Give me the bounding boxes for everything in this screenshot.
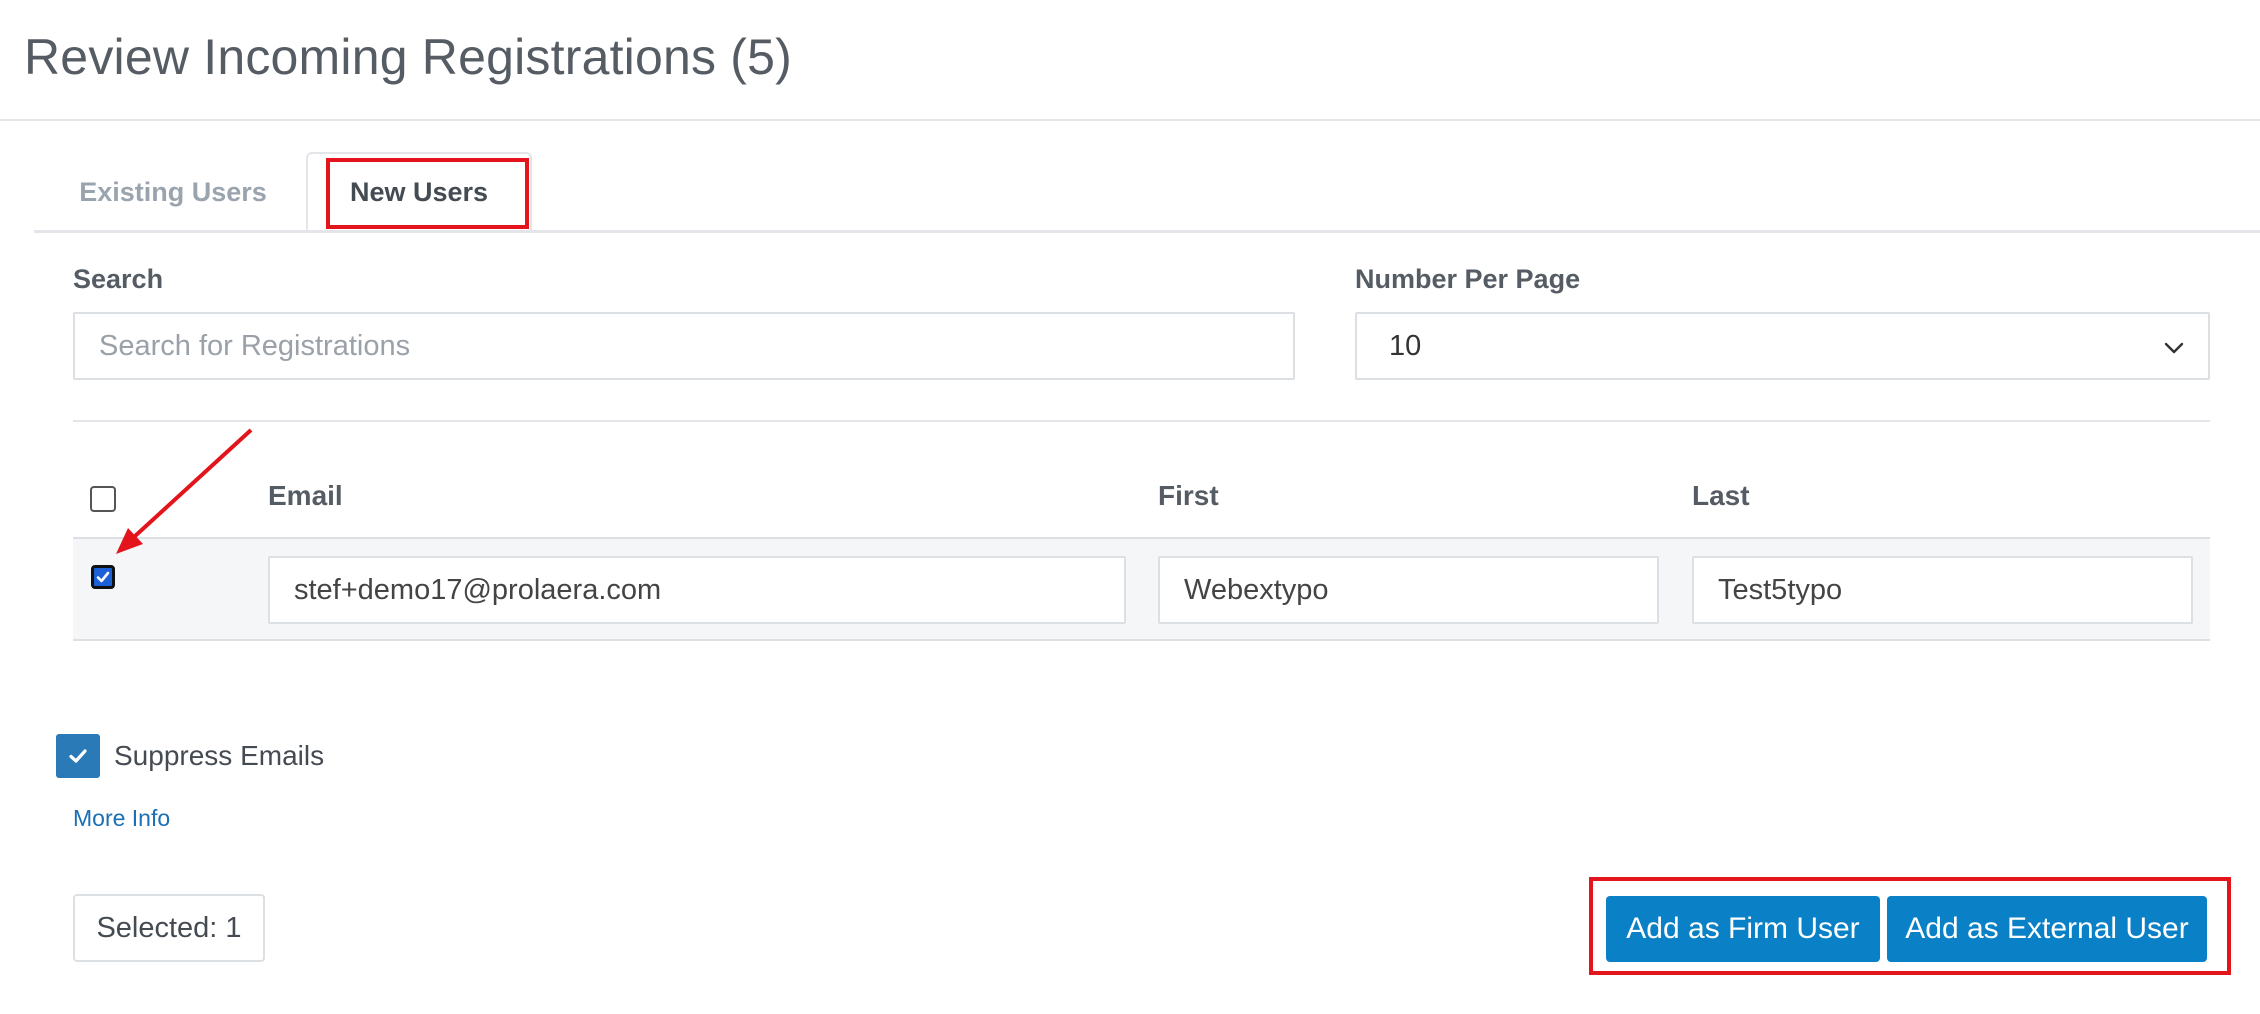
- search-label: Search: [73, 264, 164, 294]
- search-input[interactable]: [73, 312, 1295, 380]
- selected-count: Selected: 1: [73, 894, 265, 962]
- chevron-down-icon: [2164, 342, 2184, 354]
- section-divider: [73, 420, 2210, 422]
- tab-existing-users[interactable]: Existing Users: [60, 152, 286, 233]
- check-icon: [96, 571, 110, 583]
- tabs-divider: [34, 230, 2260, 233]
- suppress-emails-label: Suppress Emails: [114, 740, 325, 771]
- title-divider: [0, 119, 2260, 121]
- column-header-first: First: [1158, 480, 1219, 511]
- column-header-last: Last: [1692, 480, 1750, 511]
- tab-new-users[interactable]: New Users: [306, 152, 532, 233]
- column-header-email: Email: [268, 480, 343, 511]
- suppress-emails-checkbox[interactable]: [56, 734, 100, 778]
- per-page-label: Number Per Page: [1355, 264, 1581, 294]
- email-field[interactable]: stef+demo17@prolaera.com: [268, 556, 1126, 624]
- first-name-field[interactable]: Webextypo: [1158, 556, 1659, 624]
- check-icon: [69, 749, 87, 763]
- per-page-select[interactable]: 10: [1355, 312, 2210, 380]
- add-external-user-button[interactable]: Add as External User: [1887, 896, 2207, 962]
- add-firm-user-button[interactable]: Add as Firm User: [1606, 896, 1880, 962]
- page-title: Review Incoming Registrations (5): [24, 29, 793, 85]
- more-info-link[interactable]: More Info: [73, 805, 170, 832]
- per-page-value: 10: [1389, 329, 1422, 362]
- row-select-checkbox[interactable]: [91, 565, 115, 589]
- last-name-field[interactable]: Test5typo: [1692, 556, 2193, 624]
- select-all-checkbox[interactable]: [90, 486, 116, 512]
